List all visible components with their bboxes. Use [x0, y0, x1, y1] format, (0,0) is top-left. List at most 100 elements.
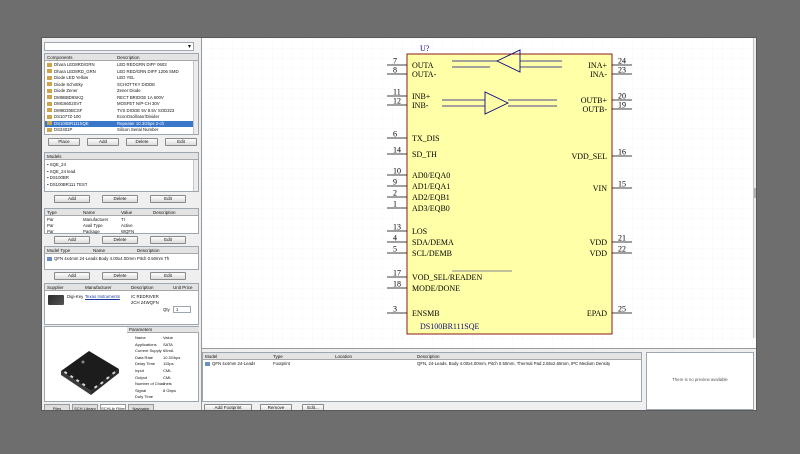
- component-icon: [47, 121, 52, 126]
- pin-name: VOD_SEL/READEN: [412, 273, 482, 282]
- pin-name: LOS: [412, 227, 427, 236]
- preview-param-row: Number of Channels 2: [135, 381, 197, 386]
- edit-button[interactable]: Edit...: [302, 404, 324, 410]
- component-row[interactable]: DMG6602SVT MOSFET N/P-CH 30V: [45, 101, 194, 107]
- edit-button[interactable]: Edit: [150, 195, 186, 203]
- pin-number: 15: [618, 180, 626, 189]
- panel-tabs: Files SCH Library SCHLib Filter Navigator: [42, 404, 202, 410]
- parameter-name: Package: [83, 229, 100, 234]
- component-row[interactable]: DS100BR111SQE Repeater 10.3Gbps 2-ch: [45, 120, 194, 127]
- component-description: LED YEL: [117, 75, 135, 80]
- components-scrollbar[interactable]: [193, 61, 198, 134]
- parameter-type: Par: [47, 229, 54, 234]
- delete-button[interactable]: Delete: [102, 236, 138, 244]
- manufacturer-link[interactable]: Texas Instruments: [85, 294, 120, 300]
- pin-name: AD2/EQB1: [412, 193, 450, 202]
- component-icon: [47, 127, 52, 132]
- preview-param-key: Duty Time: [135, 394, 154, 400]
- pin-number: 6: [393, 130, 397, 139]
- components-header: Components Description: [45, 54, 198, 61]
- model-item[interactable]: ▪ DS100BR: [47, 175, 69, 181]
- delete-button[interactable]: Delete: [102, 272, 138, 280]
- model-links-table: Model Type Name Description QFN 4x4mm 24…: [44, 246, 199, 270]
- preview-param-value: 10.3Gbps: [163, 354, 181, 360]
- designator-label[interactable]: U?: [420, 44, 429, 53]
- parameter-row[interactable]: Par Package WQFN: [45, 229, 195, 235]
- dropdown-arrow-icon[interactable]: ▾: [188, 43, 191, 50]
- tab-files[interactable]: Files: [44, 404, 70, 410]
- pin-name: SDA/DEMA: [412, 238, 454, 247]
- preview-param-value: 8 Gbps: [163, 387, 176, 393]
- parameters-table: Type Name Value Description Par Manufactu…: [44, 208, 199, 234]
- tab-sch-library[interactable]: SCH Library: [72, 404, 98, 410]
- model-item[interactable]: ▪ SQE_24: [47, 162, 66, 168]
- parameter-type: Par: [47, 217, 54, 222]
- footprint-icon: [205, 361, 210, 366]
- delete-button[interactable]: Delete: [102, 195, 138, 203]
- quantity-input[interactable]: 1: [173, 306, 191, 313]
- preview-param-value: CML: [163, 374, 172, 380]
- schematic-canvas[interactable]: 7 OUTA 8 OUTA- 11 INB+ 12 INB- 6 TX_DIS 14 SD_TH 10 A…: [202, 38, 756, 348]
- preview-param-row: Signal 8 Gbps: [135, 388, 197, 393]
- preview-param-key: Input: [135, 368, 144, 373]
- preview-param-row: Name Value: [135, 335, 197, 340]
- preview-param-key: Data Rate: [135, 354, 154, 360]
- place-button[interactable]: Place: [48, 138, 80, 146]
- model-item[interactable]: ▪ DS100BR111 TEST: [47, 182, 87, 188]
- canvas-vertical-scrollbar[interactable]: [753, 38, 756, 338]
- tab-schlib-filter[interactable]: SCHLib Filter: [100, 404, 126, 410]
- scroll-thumb[interactable]: [754, 188, 756, 198]
- model-row[interactable]: QFN 4x4mm 24-Leads Footprint QFN, 24-Lea…: [203, 361, 641, 368]
- pin-name: VIN: [593, 184, 607, 193]
- suppliers-header: Supplier Manufacturer Description Unit P…: [45, 284, 198, 291]
- add-footprint-button[interactable]: Add Footprint: [204, 404, 252, 410]
- tab-navigator[interactable]: Navigator: [128, 404, 154, 410]
- components-list: Components Description Dhara LED8RD/GRN L…: [44, 53, 199, 135]
- preview-param-value: 2: [163, 381, 166, 387]
- add-button[interactable]: Add: [54, 195, 90, 203]
- preview-param-row: Output CML: [135, 375, 197, 380]
- component-row[interactable]: Dhara LED8RD_GRN LED RED/GRN DIFF 1206 SM…: [45, 69, 194, 75]
- edit-button[interactable]: Edit: [165, 138, 197, 146]
- component-row[interactable]: DM9D30BCSF TVS DIODE 5V 8.5V SOD323: [45, 108, 194, 114]
- pin-name: OUTA: [412, 61, 434, 70]
- preview-param-key: Number of Channels: [135, 381, 172, 387]
- component-row[interactable]: Diode Schottky SCHOTTKY DIODE: [45, 82, 194, 88]
- parameter-value: WQFN: [121, 229, 135, 234]
- parameter-name: Manufacturer: [83, 217, 109, 222]
- component-name: Diode Schottky: [54, 81, 83, 87]
- pin-name: VDD_SEL: [571, 152, 607, 161]
- delete-button[interactable]: Delete: [126, 138, 158, 146]
- component-name: DS100BR111SQE: [54, 120, 89, 126]
- component-icon: [47, 62, 52, 67]
- models-scrollbar[interactable]: [193, 160, 198, 191]
- add-button[interactable]: Add: [54, 272, 90, 280]
- component-description: Silicon Serial Number: [117, 127, 159, 132]
- component-icon: [47, 88, 52, 93]
- part-preview: Parameters Name Value Applications SATA Curr…: [44, 326, 199, 402]
- component-name: DS1077Z-100: [54, 114, 81, 119]
- component-row[interactable]: DM9BBD9SKQ RECT BRIDGE 1A 600V: [45, 95, 194, 101]
- add-button[interactable]: Add: [54, 236, 90, 244]
- edit-button[interactable]: Edit: [150, 236, 186, 244]
- component-name: DMG6602SVT: [54, 101, 82, 106]
- component-row[interactable]: Diode Zener Zener Diode: [45, 88, 194, 94]
- component-row[interactable]: Dhara LED8RD/GRN LED REDGRN DIFF 0603: [45, 62, 194, 68]
- pin-name: OUTB-: [583, 105, 608, 114]
- preview-param-key: Name: [135, 335, 146, 340]
- library-editor-window: ▾ Components Description Dhara LED8RD/GR…: [41, 37, 757, 411]
- component-name: Dhara LED8RD_GRN: [54, 68, 96, 74]
- part-name-label[interactable]: DS100BR111SQE: [420, 322, 479, 331]
- remove-button[interactable]: Remove: [260, 404, 292, 410]
- add-button[interactable]: Add: [87, 138, 119, 146]
- pin-name: OUTA-: [412, 70, 437, 79]
- component-search-input[interactable]: ▾: [44, 42, 194, 51]
- model-item[interactable]: ▪ SQE_24 lead: [47, 169, 75, 175]
- model-table-header: Model Type Location Description: [203, 353, 641, 360]
- component-row[interactable]: DS2401P Silicon Serial Number: [45, 127, 194, 133]
- component-description: Zener Diode: [117, 88, 141, 93]
- edit-button[interactable]: Edit: [150, 272, 186, 280]
- model-link-row[interactable]: QFN 4x4mm 24-Leads Body 4.00x4.00mm Pitc…: [47, 256, 197, 262]
- component-row[interactable]: Diode LED Yellow LED YEL: [45, 75, 194, 81]
- component-row[interactable]: DS1077Z-100 EconOscillator/Divider: [45, 114, 194, 120]
